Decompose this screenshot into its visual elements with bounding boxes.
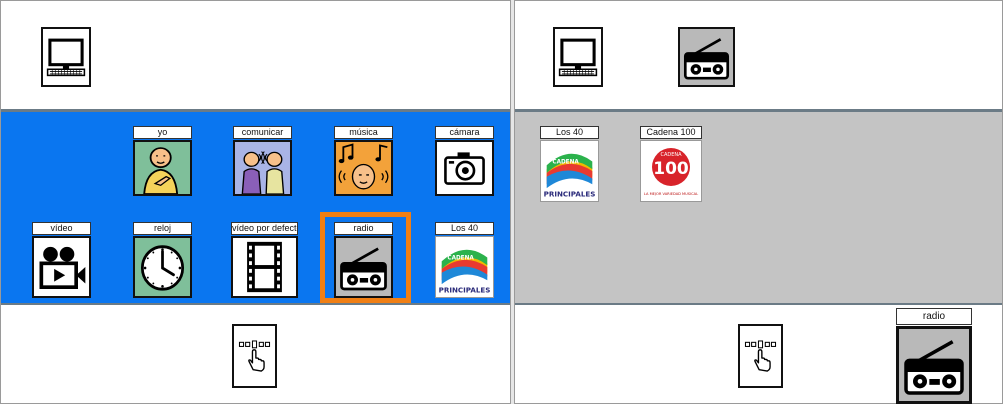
radio-icon (334, 236, 393, 298)
los-40-principales-logo: CADENA PRINCIPALES (540, 140, 599, 202)
radio-icon (680, 29, 733, 85)
los-40-principales-logo: CADENA PRINCIPALES (435, 236, 494, 298)
svg-text:LA MEJOR VARIEDAD MUSICAL: LA MEJOR VARIEDAD MUSICAL (644, 192, 698, 196)
tile-camara[interactable]: cámara (435, 126, 494, 196)
left-panel: yo comunicar música cámara vídeo reloj v… (0, 0, 511, 404)
tile-comunicar[interactable]: comunicar (233, 126, 292, 196)
pictogram-grid: Los 40 CADENA PRINCIPALES Cadena 100 CAD… (515, 109, 1002, 305)
radio-breadcrumb-button[interactable] (678, 27, 735, 87)
grid-navigation-button[interactable] (738, 324, 783, 388)
tile-label: cámara (435, 126, 494, 139)
svg-text:CADENA: CADENA (447, 255, 474, 261)
film-strip-icon (231, 236, 298, 298)
tile-label: música (334, 126, 393, 139)
tile-radio[interactable]: radio (334, 222, 393, 298)
clock-icon (133, 236, 192, 298)
svg-text:CADENA: CADENA (660, 152, 682, 158)
computer-home-button[interactable] (41, 27, 91, 87)
tile-label: Los 40 (435, 222, 494, 235)
music-notes-head-icon (334, 140, 393, 196)
tile-los-40[interactable]: Los 40 CADENA PRINCIPALES (540, 126, 599, 202)
video-camera-icon (32, 236, 91, 298)
tile-label: vídeo por defecto (231, 222, 298, 235)
right-panel: Los 40 CADENA PRINCIPALES Cadena 100 CAD… (514, 0, 1003, 404)
pictogram-grid: yo comunicar música cámara vídeo reloj v… (1, 109, 510, 305)
tile-label: yo (133, 126, 192, 139)
two-people-talking-icon (233, 140, 292, 196)
tile-cadena-100[interactable]: Cadena 100 CADENA 100 LA MEJOR VARIEDAD … (640, 126, 702, 202)
tile-label: reloj (133, 222, 192, 235)
svg-text:100: 100 (653, 159, 689, 179)
tile-label: Cadena 100 (640, 126, 702, 139)
grid-hand-pointer-icon (234, 326, 275, 386)
svg-text:PRINCIPALES: PRINCIPALES (544, 190, 596, 199)
computer-home-button[interactable] (553, 27, 603, 87)
svg-text:PRINCIPALES: PRINCIPALES (439, 286, 491, 295)
grid-hand-pointer-icon (740, 326, 781, 386)
tile-los-40[interactable]: Los 40 CADENA PRINCIPALES (435, 222, 494, 298)
person-pointing-self-icon (133, 140, 192, 196)
svg-text:CADENA: CADENA (552, 159, 579, 165)
tile-video[interactable]: vídeo (32, 222, 91, 298)
grid-navigation-button[interactable] (232, 324, 277, 388)
tile-label: Los 40 (540, 126, 599, 139)
tile-yo[interactable]: yo (133, 126, 192, 196)
computer-icon (43, 29, 89, 85)
computer-icon (555, 29, 601, 85)
tile-label: radio (334, 222, 393, 235)
tile-label: comunicar (233, 126, 292, 139)
cadena-100-logo: CADENA 100 LA MEJOR VARIEDAD MUSICAL (640, 140, 702, 202)
radio-icon (896, 326, 972, 404)
camera-icon (435, 140, 494, 196)
tile-label: vídeo (32, 222, 91, 235)
tile-video-por-defecto[interactable]: vídeo por defecto (231, 222, 298, 298)
current-selection-radio[interactable]: radio (896, 308, 972, 404)
tile-musica[interactable]: música (334, 126, 393, 196)
tile-reloj[interactable]: reloj (133, 222, 192, 298)
current-selection-label: radio (896, 308, 972, 325)
